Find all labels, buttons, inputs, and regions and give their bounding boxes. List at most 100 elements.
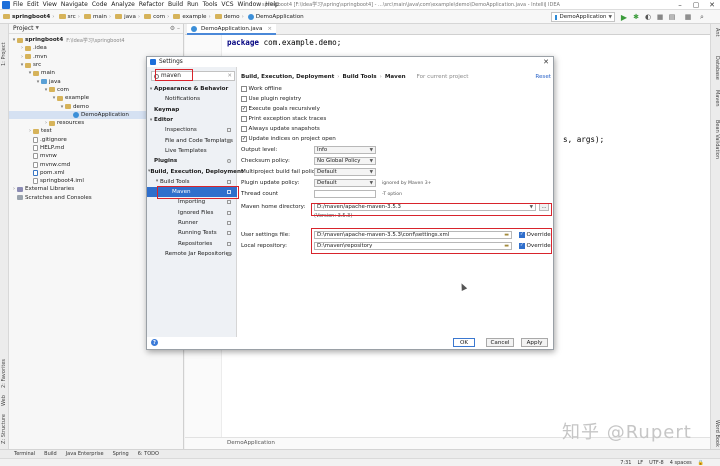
menu-build[interactable]: Build: [168, 1, 183, 8]
tree-item[interactable]: › .idea: [9, 44, 183, 52]
nav-remote-jar-repositories[interactable]: Remote Jar Repositories: [147, 249, 237, 259]
lock-icon[interactable]: 🔒: [698, 460, 704, 466]
ok-button[interactable]: OK: [453, 338, 475, 347]
ant-tool-tab[interactable]: Ant: [714, 28, 720, 37]
project-panel-header: Project ▼ ⚙ –: [9, 24, 183, 34]
cancel-button[interactable]: Cancel: [486, 338, 514, 347]
editor-tab[interactable]: DemoApplication.java ×: [187, 24, 277, 35]
search-icon[interactable]: ⌕: [697, 12, 707, 22]
project-structure-icon[interactable]: ▦: [683, 12, 693, 22]
title-bar: File Edit View Navigate Code Analyze Ref…: [0, 0, 720, 10]
nav-notifications[interactable]: Notifications: [147, 94, 237, 104]
java-enterprise-tool-button[interactable]: Java Enterprise: [66, 451, 104, 457]
breadcrumb-demo[interactable]: demo ›: [214, 14, 244, 20]
maximize-button[interactable]: ▢: [688, 0, 704, 10]
run-icon[interactable]: ▶: [619, 12, 629, 22]
nav-plugins[interactable]: Plugins: [147, 156, 237, 166]
nav-appearance-behavior[interactable]: ▾ Appearance & Behavior: [147, 84, 237, 94]
thread-count-input[interactable]: [314, 190, 376, 198]
file-encoding[interactable]: UTF-8: [649, 460, 664, 466]
menu-analyze[interactable]: Analyze: [111, 1, 135, 8]
nav-keymap[interactable]: Keymap: [147, 105, 237, 115]
nav-runner[interactable]: Runner: [147, 218, 237, 228]
indent-setting[interactable]: 4 spaces: [670, 460, 692, 466]
nav-file-code-templates[interactable]: File and Code Templates: [147, 135, 237, 145]
close-icon[interactable]: ✕: [543, 58, 549, 66]
project-tool-tab[interactable]: 1: Project: [1, 42, 7, 66]
nav-inspections[interactable]: Inspections: [147, 125, 237, 135]
checksum-policy-select[interactable]: No Global Policy ▼: [314, 157, 376, 165]
menu-window[interactable]: Window: [238, 1, 262, 8]
spring-tool-button[interactable]: Spring: [113, 451, 129, 457]
print-stack-traces-checkbox[interactable]: Print exception stack traces: [241, 116, 326, 122]
menu-run[interactable]: Run: [187, 1, 199, 8]
code-line-fragment[interactable]: s, args);: [563, 135, 604, 144]
debug-icon[interactable]: ✱: [631, 12, 641, 22]
code-line[interactable]: package com.example.demo;: [227, 38, 341, 47]
plugin-update-policy-select[interactable]: Default ▼: [314, 179, 376, 187]
menu-navigate[interactable]: Navigate: [61, 1, 88, 8]
dialog-title-bar: Settings ✕: [147, 57, 553, 67]
chevron-down-icon[interactable]: ▼: [36, 26, 39, 31]
apply-button[interactable]: Apply: [521, 338, 548, 347]
use-plugin-registry-checkbox[interactable]: Use plugin registry: [241, 96, 301, 102]
menu-refactor[interactable]: Refactor: [139, 1, 164, 8]
close-window-button[interactable]: ✕: [704, 0, 720, 10]
stop-icon[interactable]: ■: [655, 12, 665, 22]
intellij-icon: [2, 0, 10, 9]
menu-file[interactable]: File: [13, 1, 23, 8]
nav-build-execution-deployment[interactable]: ▾ Build, Execution, Deployment: [147, 166, 244, 176]
breadcrumb-src[interactable]: src ›: [58, 14, 80, 20]
todo-tool-button[interactable]: 6: TODO: [138, 451, 159, 457]
file-icon: [33, 136, 38, 143]
terminal-tool-button[interactable]: Terminal: [14, 451, 35, 457]
panel-options-icon[interactable]: ⚙ –: [170, 25, 180, 32]
nav-running-tests[interactable]: Running Tests: [147, 228, 237, 238]
navigation-bar: springboot4 › src › main › java › com › examp…: [0, 10, 720, 24]
execute-goals-recursively-checkbox[interactable]: ✓ Execute goals recursively: [241, 106, 320, 112]
bean-validation-tool-tab[interactable]: Bean Validation: [714, 120, 720, 159]
menu-vcs[interactable]: VCS: [221, 1, 233, 8]
update-indices-checkbox[interactable]: ✓ Update indices on project open: [241, 136, 336, 142]
breadcrumb-class[interactable]: DemoApplication: [247, 13, 304, 20]
structure-tool-tab[interactable]: Z: Structure: [1, 414, 7, 444]
help-icon[interactable]: ?: [151, 339, 158, 346]
vcs-icon[interactable]: ▤: [667, 12, 677, 22]
minimize-button[interactable]: –: [672, 0, 688, 10]
work-offline-checkbox[interactable]: Work offline: [241, 86, 282, 92]
nav-ignored-files[interactable]: Ignored Files: [147, 208, 237, 218]
highlight-box-search: [155, 69, 193, 81]
breadcrumb-project[interactable]: springboot4 ›: [3, 14, 55, 20]
breadcrumb-example[interactable]: example ›: [173, 14, 211, 20]
web-tool-tab[interactable]: Web: [1, 395, 7, 406]
breadcrumb-com[interactable]: com ›: [144, 14, 169, 20]
project-scope-icon: [227, 138, 231, 143]
breadcrumb-java[interactable]: java ›: [115, 14, 140, 20]
nav-repositories[interactable]: Repositories: [147, 238, 237, 248]
close-tab-icon[interactable]: ×: [267, 26, 272, 32]
multiproject-fail-policy-select[interactable]: Default ▼: [314, 168, 376, 176]
favorites-tool-tab[interactable]: 2: Favorites: [1, 359, 7, 388]
editor-tab-bar: DemoApplication.java ×: [185, 24, 710, 35]
maven-tool-tab[interactable]: Maven: [714, 90, 720, 107]
menu-view[interactable]: View: [43, 1, 57, 8]
menu-tools[interactable]: Tools: [203, 1, 218, 8]
database-tool-tab[interactable]: Database: [714, 56, 720, 80]
breadcrumb-main[interactable]: main ›: [83, 14, 111, 20]
tree-item[interactable]: ▾ springboot4 F:\Idea学习\springboot4: [9, 36, 183, 44]
menu-code[interactable]: Code: [92, 1, 107, 8]
clear-search-icon[interactable]: ✕: [227, 73, 232, 79]
run-configuration-select[interactable]: DemoApplication ▼: [551, 12, 615, 22]
caret-position[interactable]: 7:31: [620, 460, 631, 466]
window-title: springboot4 [F:\Idea学习\spring\springboot…: [262, 2, 560, 8]
build-tool-button[interactable]: Build: [44, 451, 57, 457]
coverage-icon[interactable]: ◐: [643, 12, 653, 22]
reset-link[interactable]: Reset: [535, 74, 551, 80]
line-separator[interactable]: LF: [637, 460, 643, 466]
word-book-tool-tab[interactable]: Word Book: [714, 420, 720, 447]
output-level-select[interactable]: Info ▼: [314, 146, 376, 154]
menu-edit[interactable]: Edit: [27, 1, 39, 8]
always-update-snapshots-checkbox[interactable]: Always update snapshots: [241, 126, 320, 132]
nav-editor[interactable]: ▾ Editor: [147, 115, 237, 125]
nav-live-templates[interactable]: Live Templates: [147, 146, 237, 156]
